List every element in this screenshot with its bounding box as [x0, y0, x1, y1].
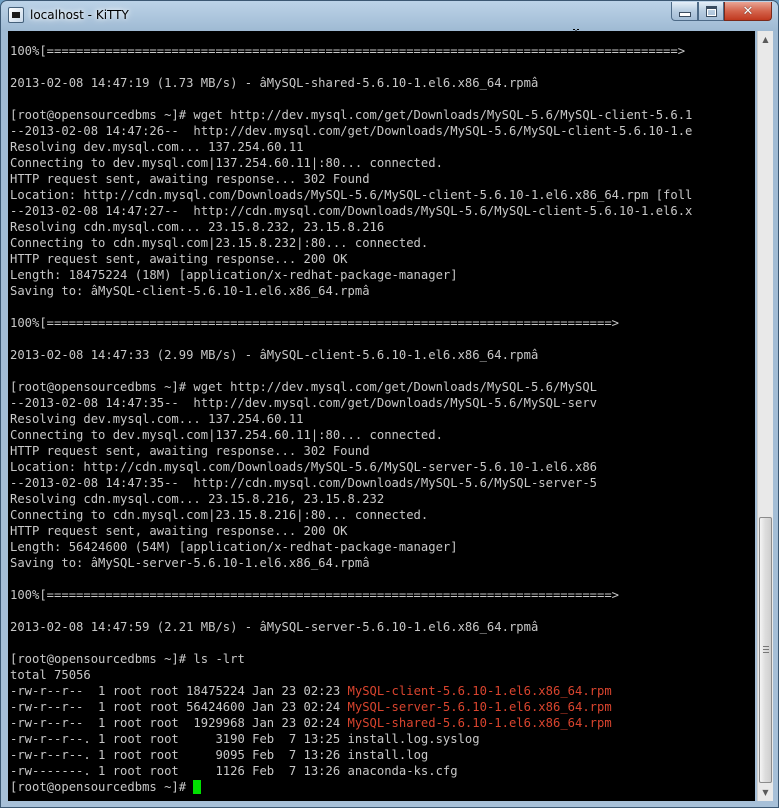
terminal-app-icon[interactable]	[8, 7, 24, 23]
terminal-line: --2013-02-08 14:47:35-- http://dev.mysql…	[10, 396, 597, 410]
minimize-icon	[678, 12, 691, 17]
terminal-output: 100%[===================================…	[10, 43, 692, 795]
scroll-down-arrow-icon[interactable]: ▼	[758, 784, 773, 801]
file-listing-row: -rw-------. 1 root root 1126 Feb 7 13:26…	[10, 763, 692, 779]
maximize-button[interactable]	[698, 2, 724, 21]
file-name: MySQL-client-5.6.10-1.el6.x86_64.rpm	[347, 684, 612, 698]
title-bar[interactable]: localhost - KiTTY ✕	[1, 1, 778, 31]
terminal-line: Connecting to cdn.mysql.com|23.15.8.232|…	[10, 236, 429, 250]
file-listing-row: -rw-r--r-- 1 root root 56424600 Jan 23 0…	[10, 699, 692, 715]
kitty-window: localhost - KiTTY ✕ 100%[===============…	[0, 0, 779, 808]
terminal-line: [root@opensourcedbms ~]# wget http://dev…	[10, 380, 597, 394]
file-name: MySQL-shared-5.6.10-1.el6.x86_64.rpm	[347, 716, 612, 730]
terminal-line: Location: http://cdn.mysql.com/Downloads…	[10, 460, 597, 474]
terminal-line: [root@opensourcedbms ~]# wget http://dev…	[10, 108, 693, 122]
file-listing-row: -rw-r--r--. 1 root root 9095 Feb 7 13:26…	[10, 747, 692, 763]
terminal-line: 100%[===================================…	[10, 588, 620, 602]
terminal-line: [root@opensourcedbms ~]# ls -lrt	[10, 652, 245, 666]
terminal-line: HTTP request sent, awaiting response... …	[10, 524, 348, 538]
terminal-line: 100%[===================================…	[10, 44, 686, 58]
terminal-line: HTTP request sent, awaiting response... …	[10, 252, 348, 266]
file-meta: -rw-r--r-- 1 root root 18475224 Jan 23 0…	[10, 684, 348, 698]
terminal-line: 2013-02-08 14:47:59 (2.21 MB/s) - âMySQL…	[10, 620, 539, 634]
file-name: MySQL-server-5.6.10-1.el6.x86_64.rpm	[347, 700, 612, 714]
terminal-line: Length: 18475224 (18M) [application/x-re…	[10, 268, 458, 282]
close-button[interactable]: ✕	[724, 2, 772, 21]
terminal-line: --2013-02-08 14:47:35-- http://cdn.mysql…	[10, 476, 597, 490]
vertical-scrollbar[interactable]: ▲ ▼	[757, 31, 773, 801]
terminal-line: Resolving cdn.mysql.com... 23.15.8.232, …	[10, 220, 385, 234]
terminal-line: Connecting to dev.mysql.com|137.254.60.1…	[10, 156, 443, 170]
file-meta: -rw-r--r--. 1 root root 3190 Feb 7 13:25	[10, 732, 348, 746]
maximize-icon	[705, 5, 717, 17]
terminal-line: Connecting to dev.mysql.com|137.254.60.1…	[10, 428, 443, 442]
grip-icon	[763, 646, 769, 654]
minimize-button[interactable]	[671, 2, 698, 21]
terminal-line: HTTP request sent, awaiting response... …	[10, 172, 370, 186]
terminal-line: Resolving cdn.mysql.com... 23.15.8.216, …	[10, 492, 385, 506]
terminal-line: 2013-02-08 14:47:33 (2.99 MB/s) - âMySQL…	[10, 348, 539, 362]
terminal-line: Saving to: âMySQL-client-5.6.10-1.el6.x8…	[10, 284, 370, 298]
block-cursor-icon	[193, 780, 202, 794]
file-meta: -rw-------. 1 root root 1126 Feb 7 13:26	[10, 764, 348, 778]
terminal-line: Location: http://cdn.mysql.com/Downloads…	[10, 188, 693, 202]
file-name: install.log	[347, 748, 429, 762]
text-cursor-ibeam-icon	[573, 29, 579, 45]
file-name: anaconda-ks.cfg	[347, 764, 458, 778]
file-meta: -rw-r--r-- 1 root root 1929968 Jan 23 02…	[10, 716, 348, 730]
file-meta: -rw-r--r-- 1 root root 56424600 Jan 23 0…	[10, 700, 348, 714]
window-title: localhost - KiTTY	[30, 8, 129, 22]
terminal-line: Resolving dev.mysql.com... 137.254.60.11	[10, 140, 304, 154]
file-listing-row: -rw-r--r--. 1 root root 3190 Feb 7 13:25…	[10, 731, 692, 747]
prompt-line[interactable]: [root@opensourcedbms ~]#	[10, 779, 692, 795]
terminal-line: Saving to: âMySQL-server-5.6.10-1.el6.x8…	[10, 556, 370, 570]
terminal-line: --2013-02-08 14:47:27-- http://cdn.mysql…	[10, 204, 693, 218]
shell-prompt: [root@opensourcedbms ~]#	[10, 780, 194, 794]
terminal-line: Resolving dev.mysql.com... 137.254.60.11	[10, 412, 304, 426]
terminal-line: 100%[===================================…	[10, 316, 620, 330]
terminal-line: total 75056	[10, 668, 91, 682]
terminal-screen[interactable]: 100%[===================================…	[8, 31, 755, 801]
terminal-line: 2013-02-08 14:47:19 (1.73 MB/s) - âMySQL…	[10, 76, 539, 90]
terminal-line: HTTP request sent, awaiting response... …	[10, 444, 370, 458]
scrollbar-thumb[interactable]	[759, 517, 772, 783]
terminal-line: --2013-02-08 14:47:26-- http://dev.mysql…	[10, 124, 693, 138]
scroll-up-arrow-icon[interactable]: ▲	[758, 31, 773, 48]
file-listing-row: -rw-r--r-- 1 root root 18475224 Jan 23 0…	[10, 683, 692, 699]
terminal-line: Length: 56424600 (54M) [application/x-re…	[10, 540, 458, 554]
file-name: install.log.syslog	[347, 732, 480, 746]
close-icon: ✕	[742, 3, 754, 19]
file-meta: -rw-r--r--. 1 root root 9095 Feb 7 13:26	[10, 748, 348, 762]
terminal-line: Connecting to cdn.mysql.com|23.15.8.216|…	[10, 508, 429, 522]
file-listing-row: -rw-r--r-- 1 root root 1929968 Jan 23 02…	[10, 715, 692, 731]
